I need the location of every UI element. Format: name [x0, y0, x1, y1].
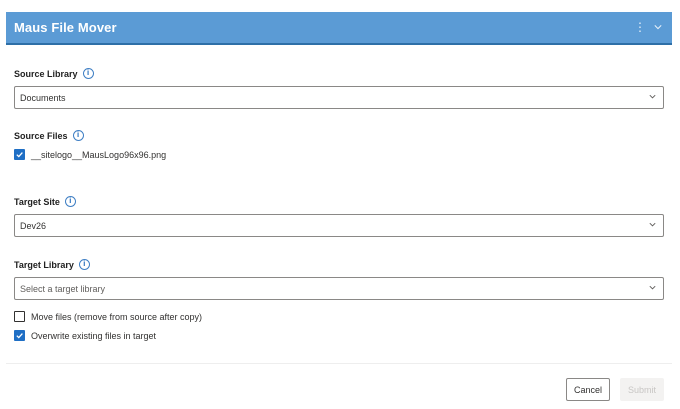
overwrite-checkbox[interactable] — [14, 330, 25, 341]
source-library-value: Documents — [20, 93, 66, 103]
panel-title: Maus File Mover — [14, 20, 117, 35]
source-file-name: __sitelogo__MausLogo96x96.png — [31, 149, 167, 160]
checkmark-icon — [16, 333, 23, 339]
source-file-item[interactable]: __sitelogo__MausLogo96x96.png — [14, 149, 166, 160]
move-files-checkbox[interactable] — [14, 311, 25, 322]
panel-header: Maus File Mover ⋮ — [6, 12, 672, 45]
chevron-down-icon — [649, 222, 656, 227]
more-vertical-icon[interactable]: ⋮ — [634, 20, 646, 34]
target-site-dropdown[interactable]: Dev26 — [14, 214, 664, 237]
info-icon[interactable]: i — [64, 196, 76, 207]
file-mover-panel: Maus File Mover ⋮ Source Library i Docum… — [6, 12, 672, 402]
checkmark-icon — [16, 152, 23, 158]
move-files-label: Move files (remove from source after cop… — [31, 311, 203, 322]
source-library-dropdown[interactable]: Documents — [14, 86, 664, 109]
overwrite-option[interactable]: Overwrite existing files in target — [14, 330, 156, 341]
info-icon[interactable]: i — [78, 259, 90, 270]
header-actions: ⋮ — [634, 20, 662, 34]
overwrite-label: Overwrite existing files in target — [31, 330, 157, 341]
source-files-label-text: Source Files — [14, 130, 68, 141]
chevron-down-icon — [649, 285, 656, 290]
target-library-placeholder: Select a target library — [20, 284, 106, 294]
submit-button[interactable]: Submit — [620, 378, 664, 401]
move-files-option[interactable]: Move files (remove from source after cop… — [14, 311, 202, 322]
target-library-label: Target Library i — [14, 259, 90, 270]
footer-divider — [6, 363, 672, 364]
target-site-label-text: Target Site — [14, 196, 60, 207]
info-icon[interactable]: i — [82, 68, 94, 79]
target-library-label-text: Target Library — [14, 259, 74, 270]
cancel-button[interactable]: Cancel — [566, 378, 610, 401]
source-files-label: Source Files i — [14, 130, 84, 141]
chevron-down-icon[interactable] — [654, 20, 662, 34]
source-library-label-text: Source Library — [14, 68, 78, 79]
info-icon[interactable]: i — [72, 130, 84, 141]
target-site-value: Dev26 — [20, 221, 47, 231]
target-library-dropdown[interactable]: Select a target library — [14, 277, 664, 300]
target-site-label: Target Site i — [14, 196, 76, 207]
source-library-label: Source Library i — [14, 68, 94, 79]
source-file-checkbox[interactable] — [14, 149, 25, 160]
chevron-down-icon — [649, 94, 656, 99]
